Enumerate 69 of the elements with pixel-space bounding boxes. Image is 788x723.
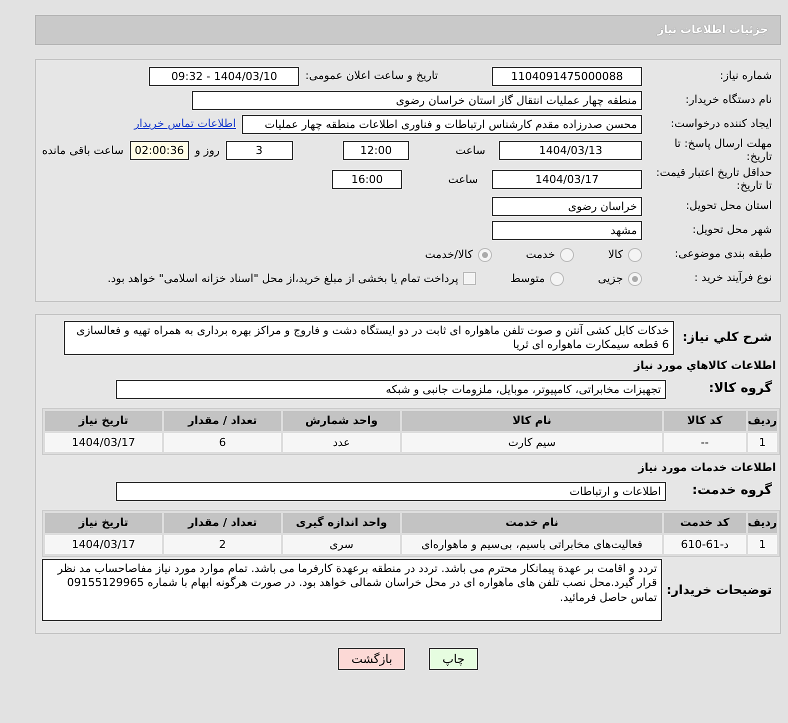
validity-date-field: 1404/03/17 (492, 170, 642, 190)
days-field: 3 (226, 141, 293, 160)
requester-field: محسن صدرزاده مقدم کارشناس ارتباطات و فناوری اطلاعات منطقه چهار عملیات (242, 114, 642, 134)
radio-option[interactable]: جزیی (598, 272, 642, 286)
table-cell: 1404/03/17 (45, 534, 162, 554)
remaining-label: ساعت باقی مانده (42, 144, 124, 158)
column-header: کد کالا (664, 410, 746, 431)
radio-option[interactable]: کالا/خدمت (425, 248, 492, 262)
column-header: ردیف (748, 512, 777, 533)
field-label: شرح کلي نياز: (682, 330, 773, 345)
print-button[interactable]: چاپ (429, 648, 478, 670)
reply-date-field: 1404/03/13 (499, 141, 642, 160)
payment-checkbox[interactable]: پرداخت تمام یا بخشی از مبلغ خرید،از محل "اسناد خزانه اسلامی" خواهد بود. (108, 272, 476, 286)
column-header: نام کالا (402, 410, 662, 431)
validity-time-field: 16:00 (332, 170, 402, 190)
time-label: ساعت (448, 173, 478, 187)
field-label: گروه خدمت: (691, 484, 773, 500)
announce-date-field: 1404/03/10 - 09:32 (149, 66, 300, 86)
table-cell: سیم کارت (402, 432, 662, 452)
column-header: تاریخ نیاز (45, 512, 162, 533)
section-title: اطلاعات کالاهاي مورد نياز (632, 358, 776, 372)
column-header: تعداد / مقدار (164, 512, 281, 533)
remaining-time-field: 02:00:36 (130, 141, 189, 160)
field-label: گروه کالا: (708, 382, 773, 398)
field-label: مهلت ارسال پاسخ: تا تاریخ: (673, 138, 773, 164)
field-label: توضیحات خریدار: (668, 582, 773, 598)
section-title: اطلاعات خدمات مورد نیاز (636, 460, 776, 474)
radio-option[interactable]: متوسط (510, 272, 564, 286)
back-button[interactable]: بازگشت (338, 648, 406, 670)
time-label: ساعت (455, 144, 486, 158)
contact-link[interactable]: اطلاعات تماس خریدار (134, 117, 236, 131)
description-box: خدکات کابل کشی آنتن و صوت تلفن ماهواره ای ثابت در دو ایستگاه دشت و فاروج و مراکز بهره برداری به همراه تهیه و فعالسازی 6 قطعه سیمکارت ماهواره ای ثریا (64, 320, 674, 355)
column-header: نام خدمت (402, 512, 662, 533)
table-cell: 1 (748, 432, 777, 452)
city-field: مشهد (492, 221, 642, 240)
column-header: واحد شمارش (283, 410, 400, 431)
field-label: طبقه بندی موضوعی: (674, 248, 773, 261)
reply-time-field: 12:00 (342, 141, 410, 160)
table-cell: 1 (748, 534, 777, 554)
field-label: ایجاد کننده درخواست: (670, 118, 773, 130)
field-label: شماره نیاز: (718, 70, 773, 82)
field-label: شهر محل تحویل: (691, 224, 773, 237)
table-cell: -- (664, 432, 746, 452)
field-label: حداقل تاریخ اعتبار قیمت: تا تاریخ: (655, 167, 773, 193)
field-label: استان محل تحویل: (684, 200, 773, 213)
field-label: تاریخ و ساعت اعلان عمومی: (305, 69, 438, 83)
table-cell: د-61-610 (664, 534, 746, 554)
radio-option[interactable]: کالا (608, 248, 642, 262)
table-cell: 6 (164, 432, 281, 452)
province-field: خراسان رضوی (492, 197, 642, 216)
notes-box: تردد و اقامت بر عهدة پیمانکار محترم می باشد. تردد در منطقه برعهدة کارفرما می باشد. تمام موارد مورد نیاز مفاصاحساب مد نظر قرار گیرد.محل نصب تلفن های ماهواره ای در محل خراسان شمالی خواهد بود. در صورت هرگونه ابهام با شماره 09155129965 تماس حاصل فرمائید. (42, 558, 662, 621)
radio-option[interactable]: خدمت (526, 248, 574, 262)
table-cell: سری (283, 534, 400, 554)
column-header: ردیف (748, 410, 777, 431)
table-cell: عدد (283, 432, 400, 452)
group-field: تجهیزات مخابراتی، کامپیوتر، موبایل، ملزومات جانبی و شبکه (116, 380, 666, 400)
table-cell: 2 (164, 534, 281, 554)
field-label: نوع فرآیند خرید : (693, 272, 773, 285)
column-header: واحد اندازه گیری (283, 512, 400, 533)
buyer-org-field: منطقه چهار عملیات انتقال گاز استان خراسان رضوی (192, 90, 642, 110)
column-header: کد خدمت (664, 512, 746, 533)
table-cell: 1404/03/17 (45, 432, 162, 452)
column-header: تعداد / مقدار (164, 410, 281, 431)
days-label: روز و (195, 144, 220, 158)
table-cell: فعالیت‌های مخابراتی باسیم، بی‌سیم و ماهواره‌ای (402, 534, 662, 554)
column-header: تاریخ نیاز (45, 410, 162, 431)
need-number-field: 1104091475000088 (492, 66, 642, 86)
field-label: نام دستگاه خریدار: (684, 94, 773, 106)
group-field: اطلاعات و ارتباطات (116, 482, 666, 502)
